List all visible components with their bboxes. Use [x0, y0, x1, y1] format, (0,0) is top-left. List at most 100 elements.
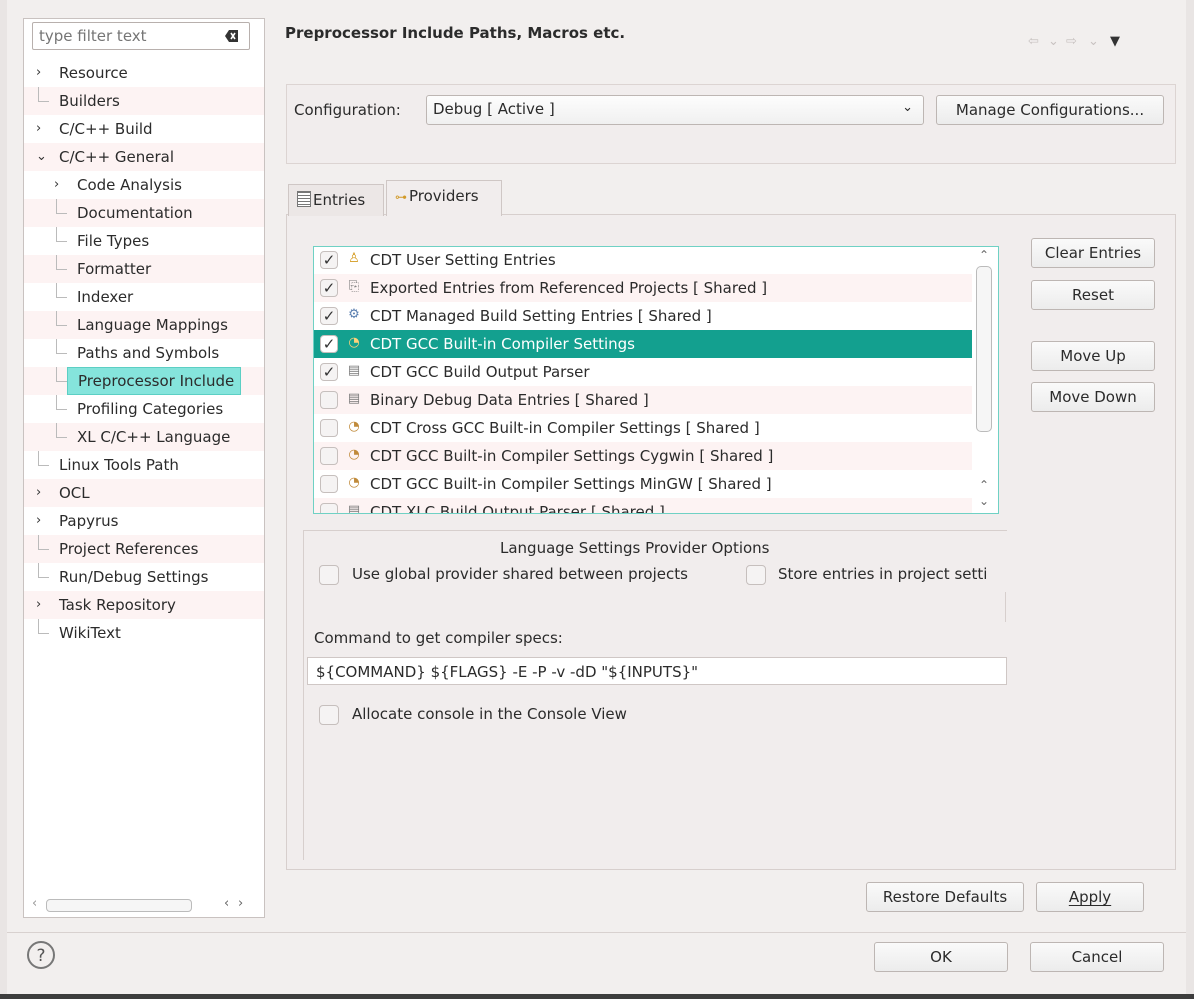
- tree-item[interactable]: Preprocessor Include: [24, 367, 264, 395]
- tree-horizontal-scrollbar[interactable]: ‹ ‹ ›: [28, 896, 260, 914]
- provider-checkbox[interactable]: ✓: [320, 335, 338, 353]
- tree-connector: [56, 283, 67, 298]
- forward-arrow-icon[interactable]: ⇨: [1066, 34, 1077, 49]
- back-arrow-icon[interactable]: ⇦: [1028, 34, 1039, 49]
- forward-menu-icon[interactable]: ⌄: [1088, 34, 1099, 49]
- tree-item[interactable]: › C/C++ Build: [24, 115, 264, 143]
- provider-row[interactable]: ◔ CDT GCC Built-in Compiler Settings Cygw…: [314, 442, 972, 470]
- tree-item[interactable]: Profiling Categories: [24, 395, 264, 423]
- provider-row[interactable]: ✓ ◔ CDT GCC Built-in Compiler Settings: [314, 330, 972, 358]
- expand-chevron-icon[interactable]: ›: [36, 479, 41, 507]
- providers-vertical-scrollbar[interactable]: ⌃ ⌃ ⌄: [973, 248, 997, 512]
- scroll-down-arrow-icon[interactable]: ⌄: [979, 494, 989, 508]
- reset-button[interactable]: Reset: [1031, 280, 1155, 310]
- expand-chevron-icon[interactable]: ›: [36, 59, 41, 87]
- use-global-provider-checkbox[interactable]: [319, 565, 339, 585]
- provider-row[interactable]: ✓ ▤ CDT GCC Build Output Parser: [314, 358, 972, 386]
- collapse-chevron-icon[interactable]: ⌄: [36, 143, 47, 171]
- provider-checkbox[interactable]: [320, 503, 338, 513]
- tree-item[interactable]: Project References: [24, 535, 264, 563]
- tree-connector: [56, 255, 67, 270]
- tree-item[interactable]: › Resource: [24, 59, 264, 87]
- filter-box[interactable]: [32, 22, 250, 50]
- tree-item[interactable]: Paths and Symbols: [24, 339, 264, 367]
- command-input-box[interactable]: [307, 657, 1008, 685]
- provider-row[interactable]: ✓ ⎘ Exported Entries from Referenced Proje…: [314, 274, 972, 302]
- scroll-up-arrow-icon[interactable]: ⌃: [979, 478, 989, 492]
- tree-connector: [56, 423, 67, 438]
- dialog-separator: [0, 932, 1194, 933]
- restore-defaults-button[interactable]: Restore Defaults: [866, 882, 1024, 912]
- provider-row[interactable]: ▤ Binary Debug Data Entries [ Shared ]: [314, 386, 972, 414]
- command-input[interactable]: [314, 659, 1008, 685]
- tree-item[interactable]: WikiText: [24, 619, 264, 647]
- tree-item[interactable]: Language Mappings: [24, 311, 264, 339]
- tree-item[interactable]: Documentation: [24, 199, 264, 227]
- provider-checkbox[interactable]: ✓: [320, 307, 338, 325]
- help-icon[interactable]: ?: [27, 941, 55, 969]
- scroll-left-arrow-icon[interactable]: ‹: [224, 896, 229, 911]
- tab-providers[interactable]: ⊶ Providers: [386, 180, 502, 216]
- parser-icon: ▤: [347, 363, 361, 378]
- provider-row[interactable]: ✓ ⚙ CDT Managed Build Setting Entries [ Sh…: [314, 302, 972, 330]
- scroll-thumb[interactable]: [976, 266, 992, 432]
- provider-label: CDT Cross GCC Built-in Compiler Settings…: [370, 419, 760, 437]
- tree-item[interactable]: File Types: [24, 227, 264, 255]
- cancel-button[interactable]: Cancel: [1030, 942, 1164, 972]
- configuration-label: Configuration:: [294, 101, 401, 119]
- clear-filter-icon[interactable]: [225, 29, 239, 43]
- tree-item[interactable]: XL C/C++ Language: [24, 423, 264, 451]
- provider-checkbox[interactable]: [320, 419, 338, 437]
- compiler-icon: ◔: [348, 475, 360, 490]
- provider-checkbox[interactable]: ✓: [320, 279, 338, 297]
- tree-item-label: File Types: [77, 232, 150, 250]
- provider-label: CDT GCC Built-in Compiler Settings: [370, 335, 635, 353]
- tree-item[interactable]: Builders: [24, 87, 264, 115]
- tab-entries[interactable]: Entries: [288, 184, 384, 216]
- provider-checkbox[interactable]: [320, 391, 338, 409]
- provider-checkbox[interactable]: ✓: [320, 251, 338, 269]
- tree-item[interactable]: › Papyrus: [24, 507, 264, 535]
- tree-item[interactable]: ⌄ C/C++ General: [24, 143, 264, 171]
- tree-item[interactable]: Indexer: [24, 283, 264, 311]
- configuration-select[interactable]: Debug [ Active ] ⌄: [426, 95, 924, 125]
- apply-button[interactable]: Apply: [1036, 882, 1144, 912]
- tree-item[interactable]: › OCL: [24, 479, 264, 507]
- provider-label: CDT XLC Build Output Parser [ Shared ]: [370, 503, 665, 514]
- store-entries-checkbox[interactable]: [746, 565, 766, 585]
- scroll-left-icon[interactable]: ‹: [32, 896, 37, 911]
- expand-chevron-icon[interactable]: ›: [54, 171, 59, 199]
- clear-entries-button[interactable]: Clear Entries: [1031, 238, 1155, 268]
- scroll-right-arrow-icon[interactable]: ›: [238, 896, 243, 911]
- manage-configurations-button[interactable]: Manage Configurations...: [936, 95, 1164, 125]
- tree-item[interactable]: Formatter: [24, 255, 264, 283]
- allocate-console-checkbox[interactable]: [319, 705, 339, 725]
- provider-checkbox[interactable]: ✓: [320, 363, 338, 381]
- provider-row[interactable]: ◔ CDT GCC Built-in Compiler Settings MinG…: [314, 470, 972, 498]
- view-menu-icon[interactable]: ▼: [1110, 34, 1120, 49]
- tab-providers-label: Providers: [409, 187, 479, 205]
- entries-icon: [297, 191, 311, 207]
- ok-button[interactable]: OK: [874, 942, 1008, 972]
- provider-row[interactable]: ✓ ♙ CDT User Setting Entries: [314, 247, 972, 274]
- tree-item[interactable]: › Code Analysis: [24, 171, 264, 199]
- provider-row[interactable]: ▤ CDT XLC Build Output Parser [ Shared ]: [314, 498, 972, 514]
- provider-label: CDT GCC Built-in Compiler Settings Cygwi…: [370, 447, 774, 465]
- expand-chevron-icon[interactable]: ›: [36, 591, 41, 619]
- scroll-thumb[interactable]: [46, 899, 192, 912]
- back-menu-icon[interactable]: ⌄: [1048, 34, 1059, 49]
- providers-list[interactable]: ✓ ♙ CDT User Setting Entries ✓ ⎘ Exported Ent…: [313, 246, 999, 514]
- provider-checkbox[interactable]: [320, 447, 338, 465]
- scroll-up-icon[interactable]: ⌃: [979, 248, 989, 262]
- provider-checkbox[interactable]: [320, 475, 338, 493]
- tree-item[interactable]: Run/Debug Settings: [24, 563, 264, 591]
- filter-input[interactable]: [37, 23, 221, 49]
- tree-item-label: WikiText: [59, 624, 121, 642]
- move-down-button[interactable]: Move Down: [1031, 382, 1155, 412]
- expand-chevron-icon[interactable]: ›: [36, 115, 41, 143]
- expand-chevron-icon[interactable]: ›: [36, 507, 41, 535]
- tree-item[interactable]: › Task Repository: [24, 591, 264, 619]
- provider-row[interactable]: ◔ CDT Cross GCC Built-in Compiler Setting…: [314, 414, 972, 442]
- move-up-button[interactable]: Move Up: [1031, 341, 1155, 371]
- tree-item[interactable]: Linux Tools Path: [24, 451, 264, 479]
